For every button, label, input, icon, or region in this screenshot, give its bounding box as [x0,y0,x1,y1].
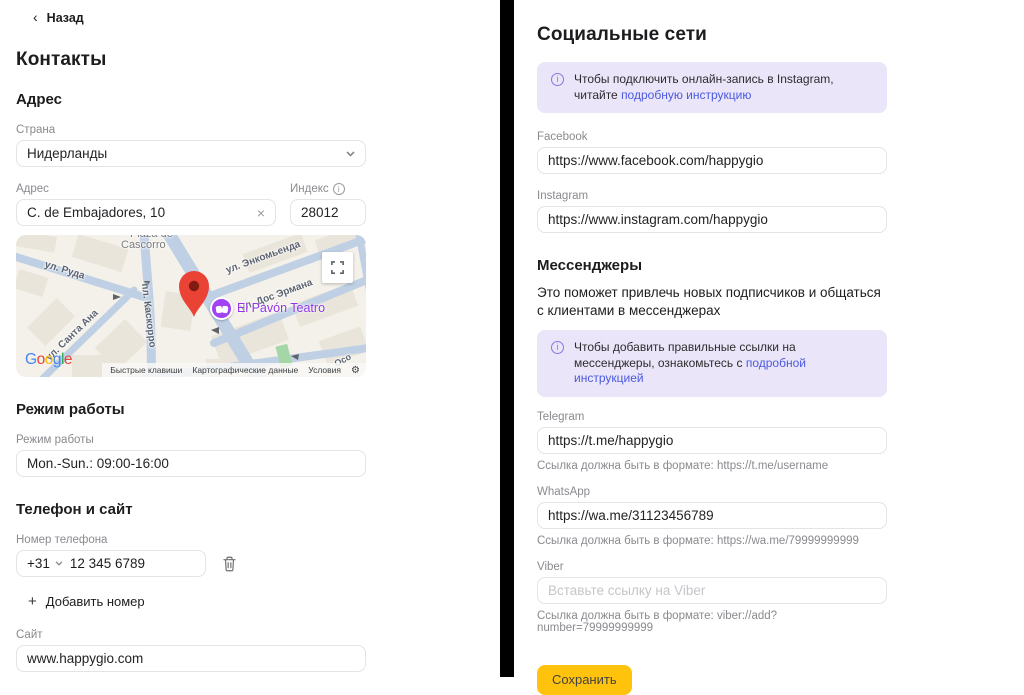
back-button[interactable]: ‹ Назад [33,11,84,25]
social-title: Социальные сети [537,24,887,46]
back-chevron-icon: ‹ [33,10,38,24]
messengers-heading: Мессенджеры [537,257,887,274]
panel-divider [500,0,514,677]
site-input[interactable] [16,645,366,672]
map-attribution: Быстрые клавиши Картографические данные … [102,363,366,377]
index-label-wrap: Индекс i [290,183,366,195]
add-number-button[interactable]: + Добавить номер [28,593,145,610]
address-value: C. de Embajadores, 10 [27,205,165,220]
social-panel: Социальные сети i Чтобы подключить онлай… [537,0,887,695]
save-button[interactable]: Сохранить [537,665,632,695]
instruction-link[interactable]: подробную инструкцию [621,88,751,102]
telegram-input[interactable] [537,427,887,454]
clear-address-icon[interactable]: × [257,205,265,221]
hours-input[interactable] [16,450,366,477]
phone-number-value: 12 345 6789 [70,556,145,571]
chevron-down-icon [346,151,355,157]
index-value: 28012 [301,205,339,220]
telegram-label: Telegram [537,411,887,423]
telegram-hint: Ссылка должна быть в формате: https://t.… [537,460,887,472]
info-icon: i [551,73,564,86]
theater-poi-icon[interactable] [210,297,233,320]
hours-section-heading: Режим работы [16,401,366,418]
country-code-select[interactable]: +31 [27,556,63,571]
map[interactable]: Plaza de Cascorro ул. Руда пл. Каскорро … [16,235,366,377]
theater-poi-label: El Pavón Teatro [237,301,325,315]
country-code-value: +31 [27,556,50,571]
map-label-plaza: Cascorro [121,239,166,251]
index-input[interactable]: 28012 [290,199,366,226]
banner-text: Чтобы добавить правильные ссылки на месс… [574,340,829,387]
messengers-description: Это поможет привлечь новых подписчиков и… [537,284,887,320]
index-info-icon[interactable]: i [333,183,345,195]
address-label: Адрес [16,183,49,195]
country-label: Страна [16,124,366,136]
viber-hint: Ссылка должна быть в формате: viber://ad… [537,610,887,634]
fullscreen-icon [330,260,345,275]
chevron-down-icon [55,561,63,566]
index-label: Индекс [290,183,329,195]
whatsapp-label: WhatsApp [537,486,887,498]
map-pin-icon [178,269,210,317]
banner-text: Чтобы подключить онлайн-запись в Instagr… [574,72,873,103]
instagram-label: Instagram [537,190,887,202]
map-shortcuts-link[interactable]: Быстрые клавиши [110,365,182,375]
address-input[interactable]: C. de Embajadores, 10 × [16,199,276,226]
viber-input[interactable] [537,577,887,604]
hours-label: Режим работы [16,434,366,446]
instagram-input[interactable] [537,206,887,233]
address-section-heading: Адрес [16,91,366,108]
whatsapp-input[interactable] [537,502,887,529]
phone-site-section-heading: Телефон и сайт [16,501,366,518]
facebook-input[interactable] [537,147,887,174]
info-icon: i [551,341,564,354]
whatsapp-hint: Ссылка должна быть в формате: https://wa… [537,535,887,547]
google-logo[interactable]: Google [25,351,72,369]
map-data-link[interactable]: Картографические данные [192,365,298,375]
viber-label: Viber [537,561,887,573]
fullscreen-button[interactable] [322,252,353,283]
phone-row: +31 12 345 6789 [16,550,366,577]
delete-phone-button[interactable] [222,556,237,572]
phone-input[interactable]: +31 12 345 6789 [16,550,206,577]
trash-icon [222,556,237,572]
messengers-info-banner: i Чтобы добавить правильные ссылки на ме… [537,330,887,397]
map-settings-gear-icon[interactable]: ⚙ [351,365,360,376]
back-label: Назад [47,11,84,25]
country-select[interactable]: Нидерланды [16,140,366,167]
contacts-panel: ‹ Назад Контакты Адрес Страна Нидерланды… [16,0,366,672]
instagram-info-banner: i Чтобы подключить онлайн-запись в Insta… [537,62,887,113]
plus-icon: + [28,593,37,610]
add-number-label: Добавить номер [46,594,145,609]
facebook-label: Facebook [537,131,887,143]
site-label: Сайт [16,629,366,641]
country-value: Нидерланды [27,146,107,161]
phone-label: Номер телефона [16,534,366,546]
page-title: Контакты [16,49,366,71]
map-terms-link[interactable]: Условия [308,365,341,375]
